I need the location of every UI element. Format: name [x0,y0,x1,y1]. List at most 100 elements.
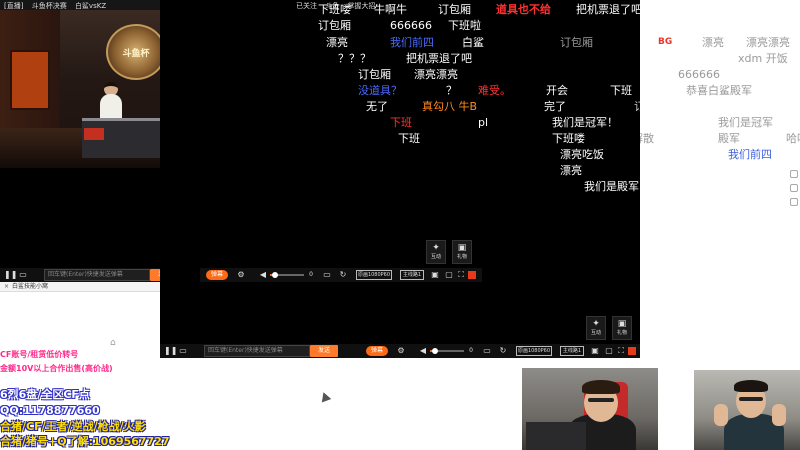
right-side-tools [790,170,800,230]
ad-line: 6烈6盘/全区CF点 [0,388,90,401]
volume-slider[interactable] [432,348,438,354]
live-tag: [直播] [4,2,24,10]
stream-title: 斗鱼杯决赛 [31,2,67,10]
danmu-comment: 订包厢 [358,68,391,81]
pip-icon[interactable]: ▣ [430,270,440,280]
ad-line: 合猪/CF/王者/逆战/枪战/火影 [0,420,146,433]
volume-icon[interactable]: ◀ [258,270,268,280]
side-tool[interactable] [790,170,798,178]
settings-icon[interactable]: ⚙ [396,346,406,356]
danmu-comment: pl [478,116,489,129]
side-tool[interactable] [790,184,798,192]
line-selector[interactable]: 主线路1 [560,346,584,356]
ad-line: CF账号/租赁低价转号 [0,350,79,359]
danmu-comment: 白鲨 [462,36,484,49]
fullscreen-icon[interactable]: ⛶ [616,346,626,356]
danmu-comment: ？ [446,84,457,97]
danmu-comment: 下班喽 [552,132,585,145]
danmu-comment: 真勾八 牛B [422,100,478,113]
streamer-webcam-2 [694,370,800,450]
danmu-comment: 订包厢 [318,19,351,32]
screen-icon[interactable]: ▭ [18,270,28,280]
right-overlay-window: 漂亮 漂亮漂亮 xdm 开饭 666666 恭喜白鲨殿军 我们是冠军 殿军 哈哈… [640,0,800,285]
pause-icon[interactable]: ❚❚ [164,346,177,356]
pause-icon[interactable]: ❚❚ [4,270,17,280]
faded-comment: xdm 开饭 [738,52,788,65]
danmu-comment: 我们是殿军 [584,180,639,193]
second-send-button[interactable]: 发送 [310,345,338,357]
quality-selector[interactable]: 原画1080P60 [516,346,552,356]
quality-selector[interactable]: 原画1080P60 [356,270,392,280]
danmu-comment: 下班 [610,84,632,97]
faded-comment: 解散 [640,132,654,145]
danmu-comment: 漂亮 [326,36,348,49]
mouse-cursor [318,390,332,403]
ad-line: QQ:1178877660 [0,404,100,417]
faded-comment: 殿军 [718,132,740,145]
danmu-comment: 666666 [390,19,432,32]
interact-button[interactable]: ✦ 互动 [586,316,606,340]
interact-button[interactable]: ✦ 互动 [426,240,446,264]
widescreen-icon[interactable]: ▢ [604,346,614,356]
gift-button[interactable]: ▣ 礼物 [612,316,632,340]
danmu-comment: 漂亮 [560,164,582,177]
mid-player-controls: 弹幕 ⚙ ◀ 0 ▭ ↻ 原画1080P60 主线路1 ▣ ▢ ⛶ [200,268,482,282]
channel-name: 白鲨技能小窝 [12,283,49,290]
display-icon[interactable]: ▭ [482,346,492,356]
sync-icon[interactable]: ↻ [338,270,348,280]
close-icon[interactable]: × [4,282,9,292]
ad-line: 合猪/猪号+Q了解:1069567727 [0,435,170,448]
gift-button[interactable]: ▣ 礼物 [452,240,472,264]
gift-icon: ▣ [617,319,627,329]
danmu-comment: 我们前四 [390,36,434,49]
faded-comment: 漂亮 [702,36,724,49]
volume-slider[interactable] [272,272,278,278]
danmu-comment: 漂亮吃饭 [560,148,604,161]
match-title: 白鲨vsKZ [74,2,107,10]
danmu-comment: 漂亮漂亮 [414,68,458,81]
settings-icon[interactable]: ⚙ [236,270,246,280]
second-danmu-input[interactable]: 回车键(Enter)快捷发送弹幕 [204,345,310,357]
sparkle-icon: ✦ [432,243,440,253]
danmu-comment: 牛啊牛 [374,3,407,16]
danmu-comment: 下班喽 [318,3,351,16]
screen-icon[interactable]: ▭ [178,346,188,356]
faded-comment: 订包厢 [560,36,593,49]
danmu-comment: 下班 [398,132,420,145]
follow-status: 已关注 [296,2,317,10]
faded-comment: 666666 [678,68,720,81]
danmu-comment: 把机票退了吧 [406,52,472,65]
ad-line: 金额10V以上合作出售(高价战) [0,364,113,373]
sparkle-icon: ✦ [592,319,600,329]
danmu-comment: 道具也不给 [496,3,551,16]
tournament-logo-text: 斗鱼杯 [122,49,150,59]
record-icon[interactable] [468,271,476,279]
record-icon[interactable] [628,347,636,355]
danmu-comment: 下班啦 [448,19,481,32]
danmu-comment: 难受。 [478,84,511,97]
volume-value: 0 [469,347,473,354]
streamer-webcam-1 [522,368,658,450]
line-selector[interactable]: 主线路1 [400,270,424,280]
volume-icon[interactable]: ◀ [418,346,428,356]
gamepad-icon[interactable]: ⌂ [110,338,116,348]
faded-comment: 哈哈 [786,132,800,145]
danmu-comment: 下班 [390,116,412,129]
widescreen-icon[interactable]: ▢ [444,270,454,280]
danmu-comment: 没道具？ [358,84,402,97]
faded-comment: 漂亮漂亮 [746,36,790,49]
fullscreen-icon[interactable]: ⛶ [456,270,466,280]
left-danmu-input[interactable]: 回车键(Enter)快捷发送弹幕 [44,269,150,281]
danmu-comment: 完了 [544,100,566,113]
sync-icon[interactable]: ↻ [498,346,508,356]
faded-badge: BG [658,37,673,47]
danmu-comment: 我们是冠军！ [552,116,618,129]
display-icon[interactable]: ▭ [322,270,332,280]
side-tool[interactable] [790,198,798,206]
danmu-toggle[interactable]: 弹幕 [206,270,228,280]
left-window-tab[interactable]: × 白鲨技能小窝 [0,282,160,292]
danmu-toggle[interactable]: 弹幕 [366,346,388,356]
pip-icon[interactable]: ▣ [590,346,600,356]
second-player-controls: ❚❚ ▭ 回车键(Enter)快捷发送弹幕 发送 弹幕 ⚙ ◀ 0 ▭ ↻ 原画… [160,344,640,358]
volume-value: 0 [309,271,313,278]
